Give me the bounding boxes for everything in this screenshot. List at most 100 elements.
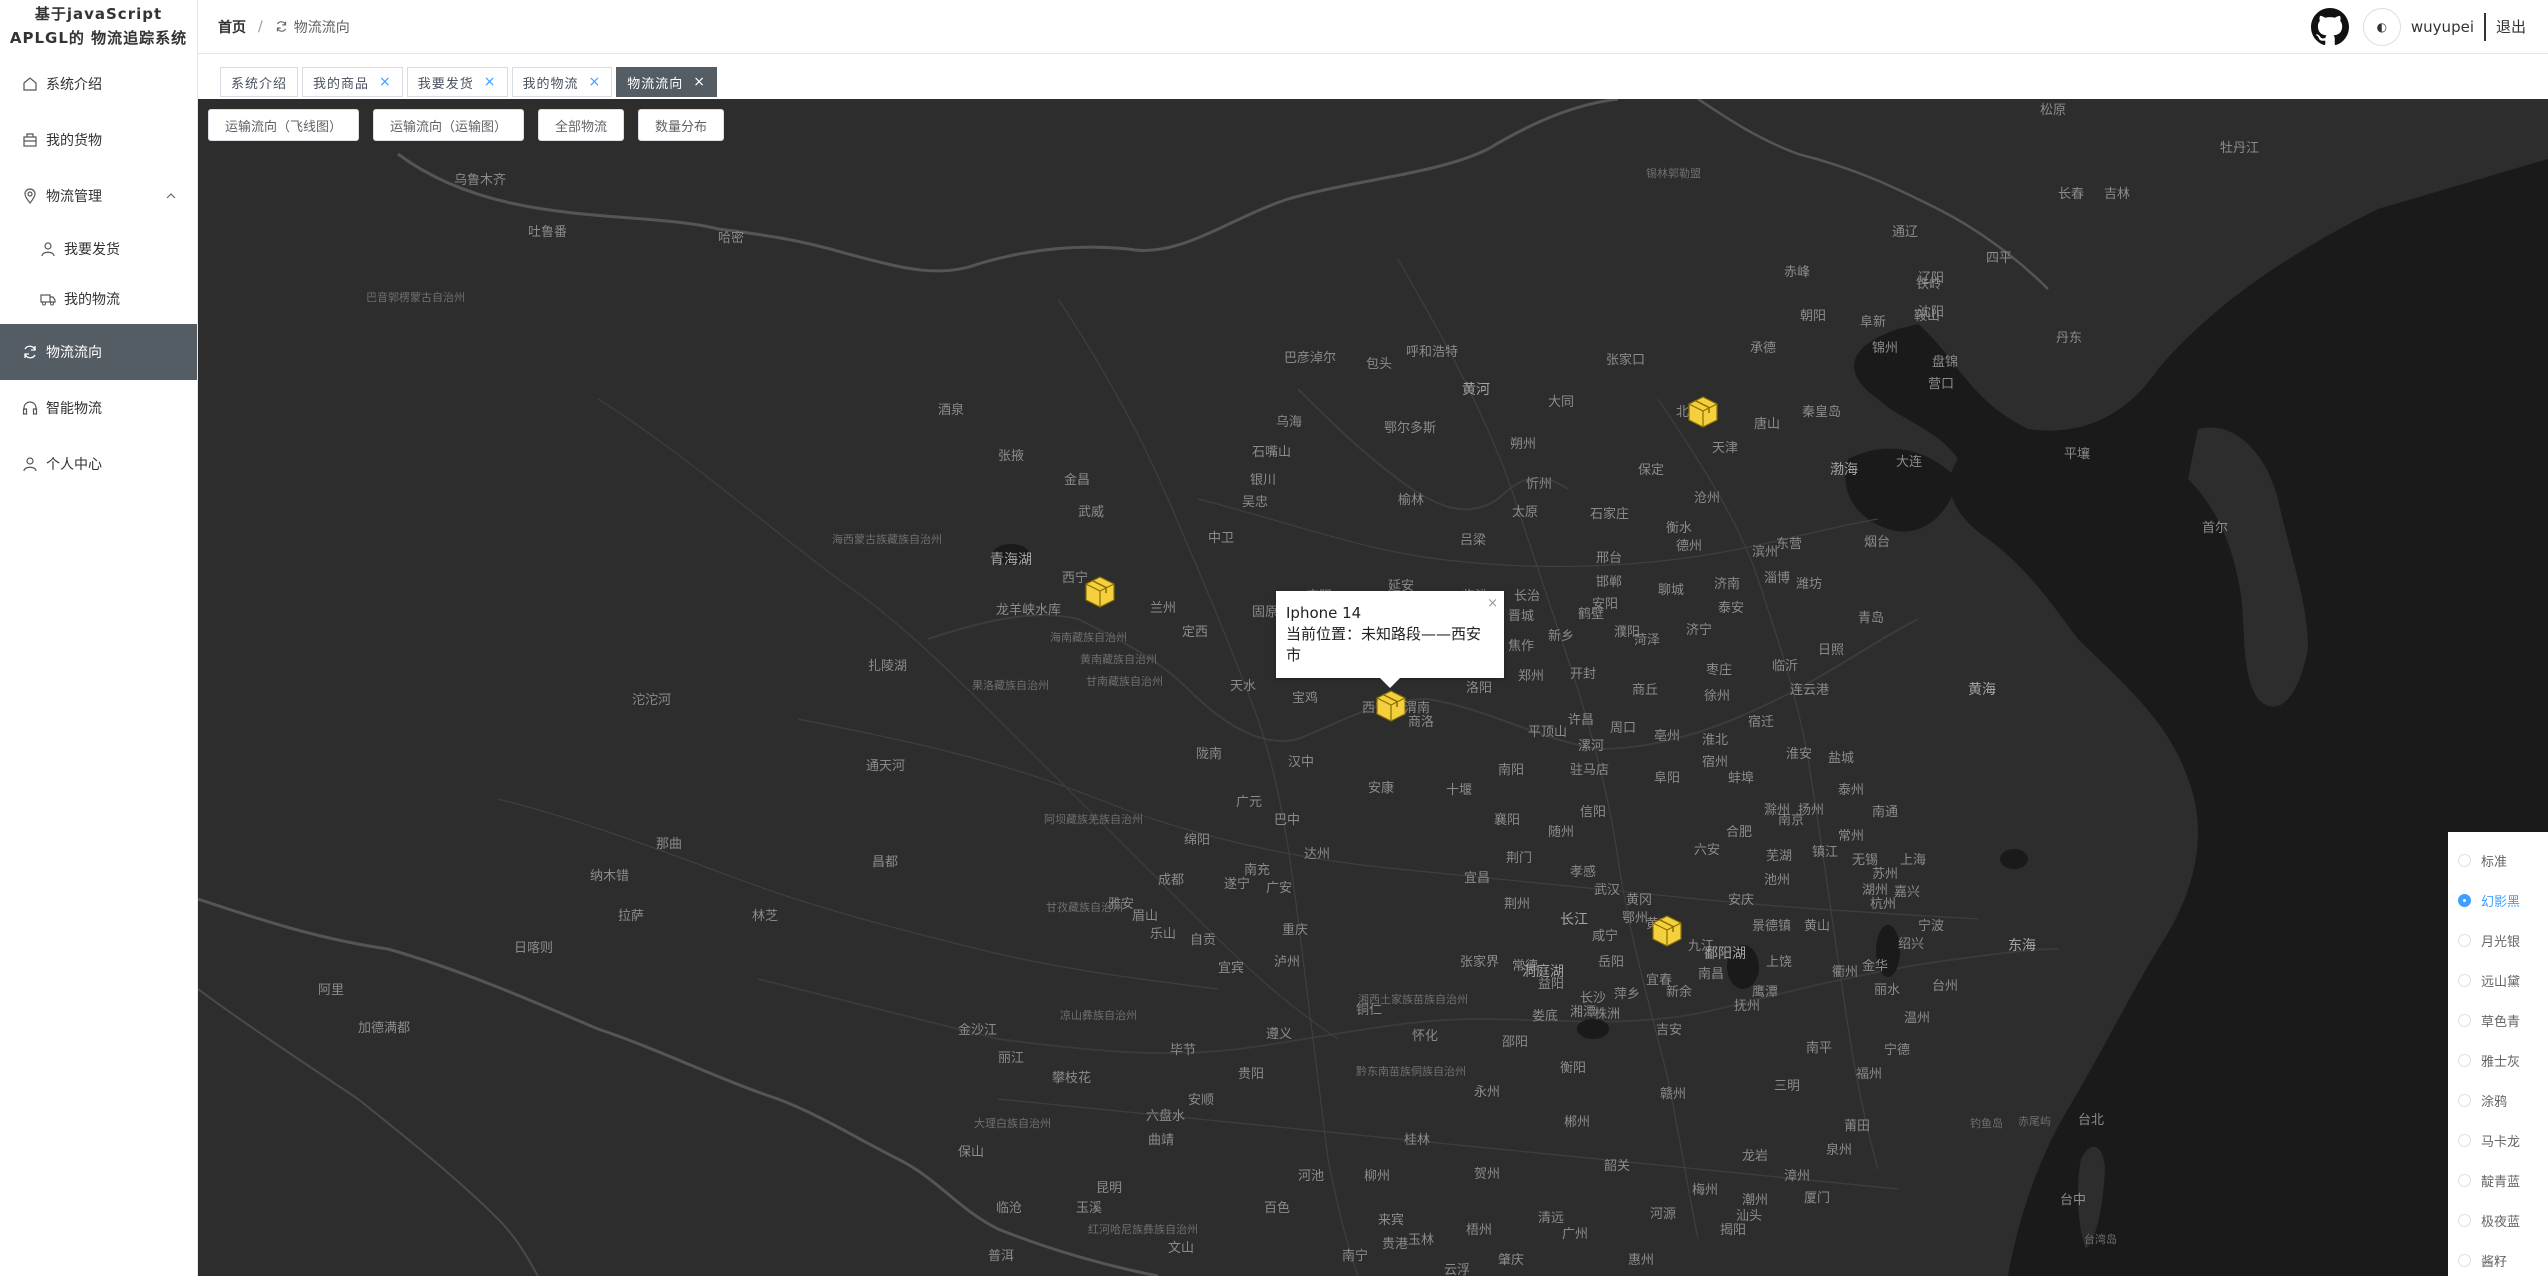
sidebar-item-profile[interactable]: 个人中心 <box>0 436 197 492</box>
map-place-label: 保定 <box>1638 463 1665 478</box>
package-marker-icon[interactable] <box>1686 395 1720 429</box>
map-place-label: 纳木错 <box>590 869 630 884</box>
map-style-option[interactable]: 雅士灰 <box>2448 1040 2548 1080</box>
map-style-option[interactable]: 极夜蓝 <box>2448 1200 2548 1240</box>
close-icon[interactable]: × <box>484 74 497 90</box>
map-place-label: 通天河 <box>866 759 906 774</box>
close-icon[interactable]: × <box>1487 593 1498 614</box>
github-icon[interactable] <box>2310 7 2349 46</box>
tab-logistics-flow[interactable]: 物流流向 × <box>616 67 718 97</box>
map-place-label: 亳州 <box>1654 729 1681 744</box>
map-style-option[interactable]: 幻影黑 <box>2448 880 2548 920</box>
package-marker-icon[interactable] <box>1083 575 1117 609</box>
map-place-label: 安阳 <box>1592 597 1619 612</box>
map-place-label: 周口 <box>1610 721 1637 736</box>
package-marker-icon[interactable] <box>1650 914 1684 948</box>
close-icon[interactable]: × <box>589 74 602 90</box>
sidebar-item-logistics-flow[interactable]: 物流流向 <box>0 324 197 380</box>
map-place-label: 日喀则 <box>514 941 554 956</box>
map-place-label: 邢台 <box>1596 551 1623 566</box>
map-place-label: 商洛 <box>1408 715 1435 730</box>
map-place-label: 榆林 <box>1398 493 1425 508</box>
map-place-label: 平顶山 <box>1528 725 1568 740</box>
map-style-label: 雅士灰 <box>2481 1054 2521 1070</box>
map-place-label: 日照 <box>1818 643 1845 658</box>
map-place-label: 贵港 <box>1382 1237 1409 1252</box>
avatar[interactable]: ◐ <box>2362 7 2401 46</box>
sidebar-item-my-goods[interactable]: 我的货物 <box>0 112 197 168</box>
sidebar-item-logistics-management[interactable]: 物流管理 <box>0 168 197 224</box>
map-style-option[interactable]: 月光银 <box>2448 920 2548 960</box>
map-place-label: 曲靖 <box>1148 1133 1175 1148</box>
all-logistics-button[interactable]: 全部物流 <box>538 109 625 141</box>
close-icon[interactable]: × <box>379 74 392 90</box>
map-place-label: 金昌 <box>1064 473 1091 488</box>
header: 首页 / 物流流向 ◐ wuyupei 退出 <box>198 0 2548 54</box>
map-place-label: 蚌埠 <box>1728 771 1755 786</box>
map-place-label: 丽水 <box>1874 983 1901 998</box>
tab-system-intro[interactable]: 系统介绍 <box>220 67 299 97</box>
tab-ship[interactable]: 我要发货 × <box>406 67 508 97</box>
close-icon[interactable]: × <box>693 74 706 90</box>
map-place-label: 怀化 <box>1412 1029 1439 1044</box>
map-place-label: 淄博 <box>1764 571 1791 586</box>
map-place-label: 陇南 <box>1196 747 1223 762</box>
map-style-option[interactable]: 标准 <box>2448 840 2548 880</box>
map-style-option[interactable]: 涂鸦 <box>2448 1080 2548 1120</box>
radio-icon <box>2458 1253 2471 1267</box>
map-canvas[interactable]: 乌鲁木齐 吐鲁番 哈密 巴音郭楞蒙古自治州 酒泉 张掖 金昌 武威 海西蒙古族藏族自治州 青海湖西… <box>198 99 2548 1276</box>
sidebar-item-smart-logistics[interactable]: 智能物流 <box>0 380 197 436</box>
map-place-label: 襄阳 <box>1494 813 1521 828</box>
map-place-label: 洞庭湖 <box>1522 964 1564 980</box>
map-style-label: 草色青 <box>2481 1014 2521 1030</box>
map-place-label: 衢州 <box>1832 965 1859 980</box>
breadcrumb-current: 物流流向 <box>275 17 350 37</box>
map-place-label: 临沧 <box>996 1201 1023 1216</box>
map-place-label: 定西 <box>1182 625 1209 640</box>
logout-button[interactable]: 退出 <box>2496 16 2526 37</box>
map-style-option[interactable]: 靛青蓝 <box>2448 1160 2548 1200</box>
map-place-label: 安顺 <box>1188 1093 1215 1108</box>
map-place-label: 龙羊峡水库 <box>996 603 1062 618</box>
map-style-option[interactable]: 远山黛 <box>2448 960 2548 1000</box>
tab-my-products[interactable]: 我的商品 × <box>302 67 403 97</box>
map-place-label: 拉萨 <box>618 909 645 924</box>
map-place-label: 南充 <box>1244 863 1271 878</box>
map-place-label: 萍乡 <box>1614 987 1641 1002</box>
map-place-label: 商丘 <box>1632 683 1659 698</box>
sidebar-item-system-intro[interactable]: 系统介绍 <box>0 56 197 112</box>
map-place-label: 黄山 <box>1804 919 1831 934</box>
map-place-label: 衡水 <box>1666 521 1693 536</box>
map-style-option[interactable]: 酱籽 <box>2448 1240 2548 1276</box>
sidebar-item-ship[interactable]: 我要发货 <box>0 224 197 274</box>
map-place-label: 泰安 <box>1718 601 1745 616</box>
headset-icon <box>22 400 38 416</box>
sidebar-item-my-logistics[interactable]: 我的物流 <box>0 274 197 324</box>
map-place-label: 郴州 <box>1564 1115 1591 1130</box>
map-toolbar: 运输流向（飞线图） 运输流向（运输图） 全部物流 数量分布 <box>208 109 725 141</box>
radio-icon <box>2458 1053 2471 1067</box>
map-style-label: 远山黛 <box>2481 974 2521 990</box>
map-place-label: 宿州 <box>1702 755 1729 770</box>
tab-label: 系统介绍 <box>231 76 288 92</box>
map-style-option[interactable]: 马卡龙 <box>2448 1120 2548 1160</box>
map-place-label: 六盘水 <box>1146 1109 1186 1124</box>
transport-map-button[interactable]: 运输流向（运输图） <box>373 109 525 141</box>
map-place-label: 玉溪 <box>1076 1201 1103 1216</box>
username[interactable]: wuyupei <box>2411 18 2474 36</box>
map-place-label: 揭阳 <box>1720 1223 1747 1238</box>
map-style-option[interactable]: 草色青 <box>2448 1000 2548 1040</box>
sidebar-item-label: 系统介绍 <box>46 77 102 93</box>
map-place-label: 东营 <box>1776 537 1803 552</box>
map-place-label: 林芝 <box>752 909 779 924</box>
flight-line-button[interactable]: 运输流向（飞线图） <box>208 109 360 141</box>
tab-label: 我的物流 <box>522 76 579 92</box>
map-place-label: 济南 <box>1714 577 1741 592</box>
quantity-distribution-button[interactable]: 数量分布 <box>638 109 725 141</box>
map-place-label: 阜新 <box>1860 315 1887 330</box>
package-marker-icon[interactable] <box>1374 689 1408 723</box>
refresh-icon <box>22 344 38 360</box>
breadcrumb-home[interactable]: 首页 <box>218 17 246 37</box>
map-place-label: 淮北 <box>1702 733 1729 748</box>
tab-my-logistics[interactable]: 我的物流 × <box>511 67 613 97</box>
